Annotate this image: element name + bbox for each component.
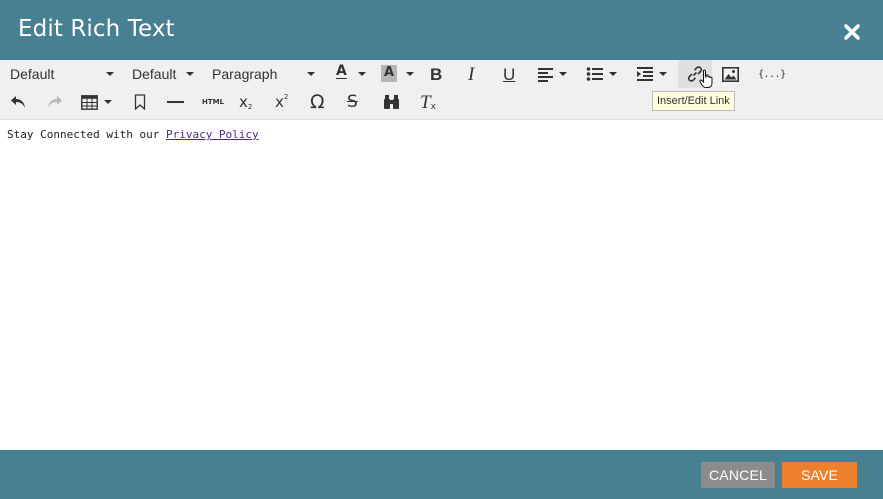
dialog-footer: CANCEL SAVE <box>0 450 883 499</box>
font-family-value: Default <box>10 66 55 82</box>
superscript-index: 2 <box>283 93 289 101</box>
undo-button[interactable] <box>10 89 28 115</box>
text-color-button[interactable]: A <box>333 61 369 87</box>
undo-icon <box>10 95 27 110</box>
omega-icon: Ω <box>310 90 325 113</box>
background-color-icon: A <box>381 65 397 82</box>
clear-formatting-x: x <box>430 102 436 112</box>
bullet-list-icon <box>586 66 604 82</box>
font-family-select[interactable]: Default <box>10 61 118 87</box>
hand-pointer-cursor-icon <box>699 69 715 89</box>
special-character-button[interactable]: Ω <box>310 89 330 115</box>
text-color-icon: A <box>336 63 347 79</box>
clear-formatting-button[interactable]: T x <box>420 89 438 115</box>
close-icon[interactable] <box>840 20 864 44</box>
content-text: Stay Connected with our <box>7 128 166 141</box>
bold-button[interactable]: B <box>430 61 448 87</box>
table-button[interactable] <box>81 89 115 115</box>
clear-formatting-icon: T <box>420 91 431 113</box>
insert-image-button[interactable] <box>722 61 740 87</box>
privacy-policy-link[interactable]: Privacy Policy <box>166 128 259 141</box>
font-size-select[interactable]: Default <box>132 61 196 87</box>
bookmark-icon <box>134 94 146 110</box>
underline-icon: U <box>503 64 516 84</box>
chevron-down-icon <box>307 72 315 76</box>
italic-button[interactable]: I <box>468 61 484 87</box>
tokens-icon: {...} <box>758 68 786 80</box>
chevron-down-icon <box>186 72 194 76</box>
cancel-button[interactable]: CANCEL <box>701 462 775 488</box>
insert-link-button[interactable] <box>678 60 715 89</box>
italic-icon: I <box>468 63 475 85</box>
subscript-index: 2 <box>247 103 253 111</box>
chevron-down-icon <box>659 72 667 76</box>
block-format-select[interactable]: Paragraph <box>212 61 318 87</box>
strikethrough-icon: S <box>347 91 358 112</box>
chevron-down-icon <box>609 72 617 76</box>
font-size-value: Default <box>132 66 177 82</box>
find-replace-button[interactable] <box>383 89 401 115</box>
image-icon <box>722 66 739 82</box>
indent-button[interactable] <box>636 61 670 87</box>
horizontal-rule-button[interactable] <box>167 89 185 115</box>
superscript-icon: x <box>275 92 284 111</box>
table-icon <box>81 94 98 110</box>
underline-button[interactable]: U <box>503 61 519 87</box>
chevron-down-icon <box>104 100 112 104</box>
binoculars-icon <box>383 94 400 110</box>
chevron-down-icon <box>358 72 366 76</box>
align-button[interactable] <box>537 61 571 87</box>
indent-icon <box>636 66 654 82</box>
html-icon: HTML <box>202 98 225 106</box>
chevron-down-icon <box>559 72 567 76</box>
subscript-button[interactable]: x 2 <box>239 89 257 115</box>
horizontal-line-icon <box>167 100 184 104</box>
save-button[interactable]: SAVE <box>782 462 857 488</box>
dialog-header: Edit Rich Text <box>0 0 883 60</box>
align-left-icon <box>537 66 555 82</box>
bullet-list-button[interactable] <box>586 61 620 87</box>
redo-button[interactable] <box>46 89 64 115</box>
superscript-button[interactable]: x 2 <box>275 89 293 115</box>
insert-link-tooltip: Insert/Edit Link <box>652 91 735 111</box>
bold-icon: B <box>430 64 443 84</box>
html-source-button[interactable]: HTML <box>202 89 225 115</box>
chevron-down-icon <box>406 72 414 76</box>
rich-text-editor-area[interactable]: Stay Connected with our Privacy Policy <box>0 121 883 450</box>
dialog-title: Edit Rich Text <box>18 16 175 42</box>
bookmark-button[interactable] <box>134 89 148 115</box>
tokens-button[interactable]: {...} <box>758 61 786 87</box>
editor-toolbar: Default Default Paragraph A A B I U {...… <box>0 60 883 120</box>
subscript-icon: x <box>239 92 248 111</box>
chevron-down-icon <box>106 72 114 76</box>
background-color-button[interactable]: A <box>380 61 416 87</box>
redo-icon <box>46 95 63 110</box>
content-paragraph[interactable]: Stay Connected with our Privacy Policy <box>7 128 259 141</box>
strikethrough-button[interactable]: S <box>347 89 365 115</box>
block-format-value: Paragraph <box>212 66 278 82</box>
